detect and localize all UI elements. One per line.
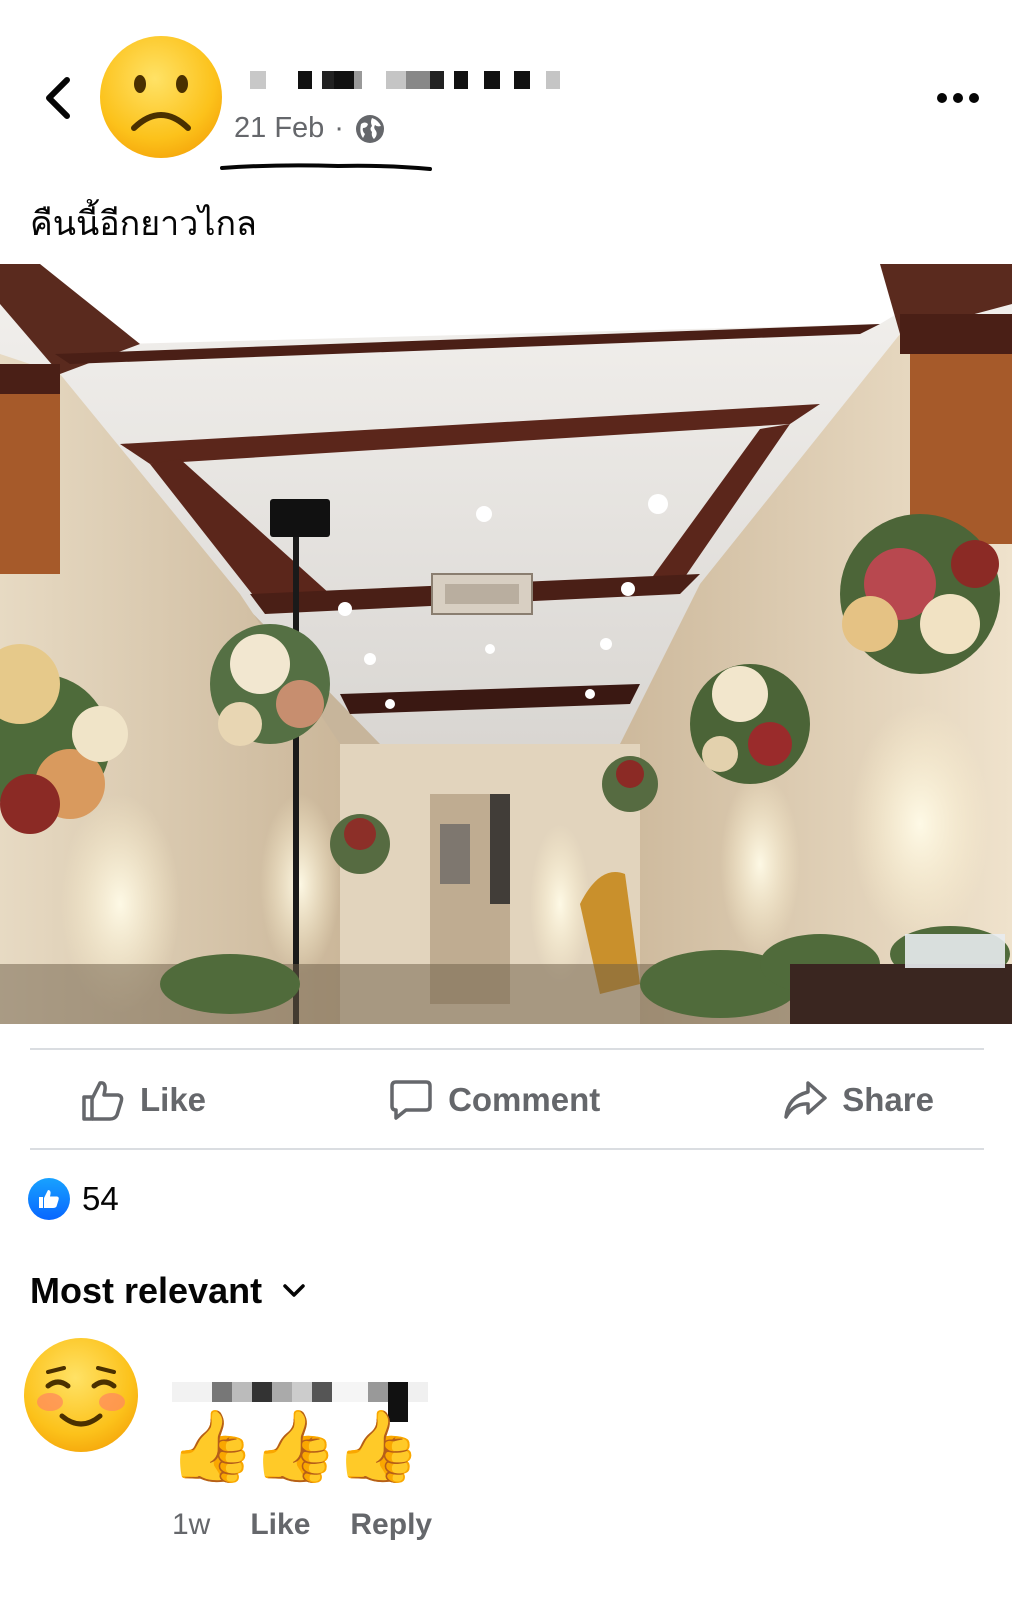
post-photo[interactable] (0, 264, 1012, 1024)
like-label: Like (140, 1081, 207, 1118)
post-actions: Like Comment Share (30, 1052, 984, 1148)
thumbs-up-outline-icon (82, 1081, 124, 1121)
author-avatar[interactable] (98, 34, 224, 160)
meta-separator: · (334, 112, 344, 144)
comment-sort-dropdown[interactable]: Most relevant (30, 1270, 306, 1312)
post-meta: 21 Feb · (234, 112, 386, 145)
comment-time: 1w (172, 1508, 211, 1541)
hand-drawn-underline (220, 163, 432, 171)
reaction-summary[interactable]: 54 (28, 1178, 119, 1220)
author-name-redacted[interactable] (250, 70, 560, 90)
reaction-count: 54 (82, 1180, 119, 1217)
commenter-avatar[interactable] (22, 1336, 140, 1454)
post-caption: คืนนี้อีกยาวไกล (30, 204, 257, 244)
comment-button[interactable]: Comment (338, 1052, 650, 1148)
share-button[interactable]: Share (732, 1052, 984, 1148)
divider-bottom (30, 1148, 984, 1150)
like-reaction-icon (28, 1178, 70, 1220)
speech-bubble-icon (390, 1080, 432, 1120)
more-dots-icon (937, 93, 979, 103)
more-options-button[interactable] (928, 80, 988, 116)
comment-text: 👍👍👍 (168, 1407, 421, 1485)
share-arrow-icon (784, 1081, 828, 1119)
chevron-left-icon (46, 77, 70, 119)
back-button[interactable] (34, 70, 82, 126)
like-button[interactable]: Like (30, 1052, 256, 1148)
comment-like-button[interactable]: Like (250, 1508, 310, 1542)
sort-label: Most relevant (30, 1270, 263, 1311)
comment-label: Comment (448, 1081, 601, 1118)
globe-icon (355, 114, 384, 143)
share-label: Share (842, 1081, 934, 1118)
divider-top (30, 1048, 984, 1050)
post-header: 21 Feb · (0, 0, 1012, 190)
post-date[interactable]: 21 Feb (234, 112, 324, 145)
comment-reply-button[interactable]: Reply (350, 1508, 432, 1542)
chevron-down-icon (283, 1284, 305, 1297)
comment-meta: 1w Like Reply (172, 1508, 432, 1542)
